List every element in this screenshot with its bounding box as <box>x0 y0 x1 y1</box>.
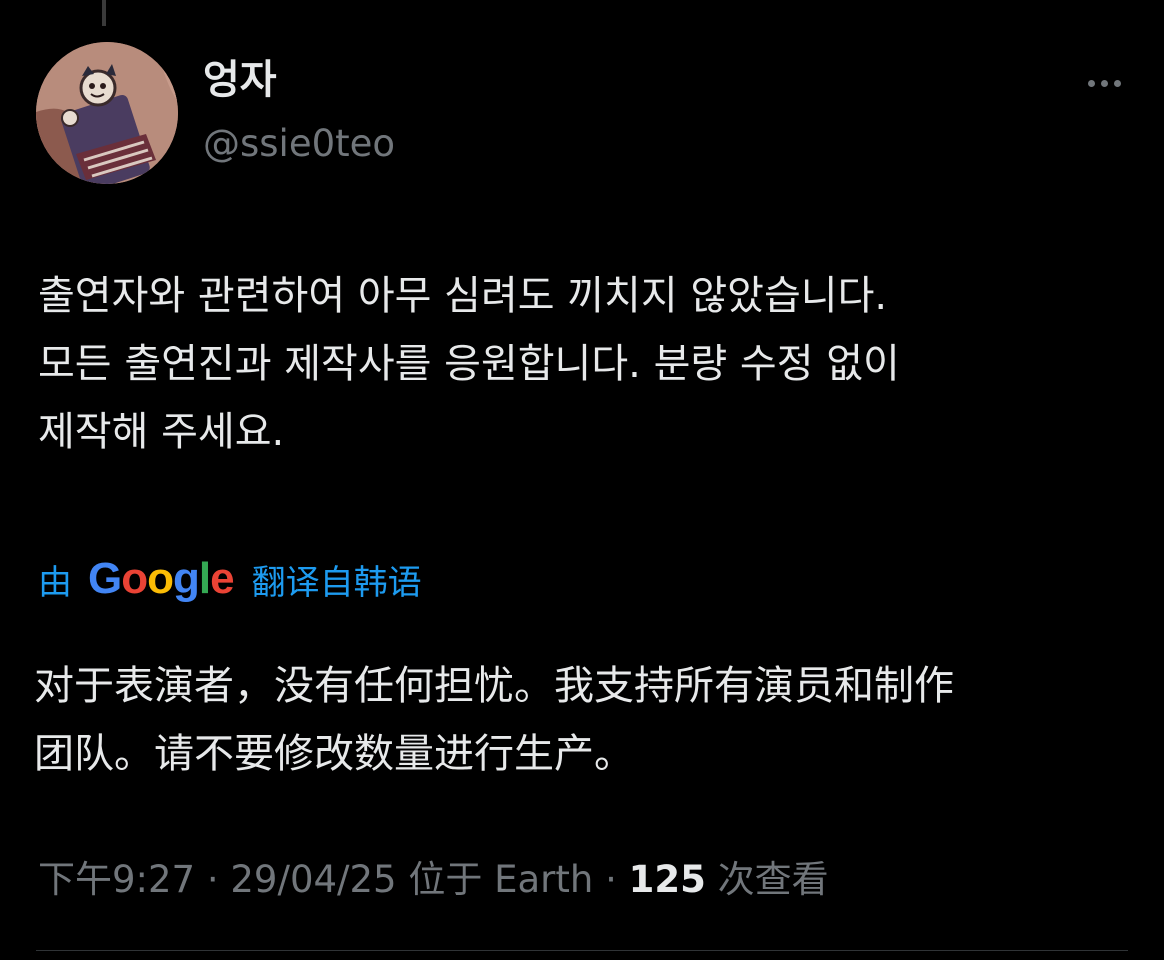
tweet-location: Earth <box>494 858 594 901</box>
tweet-time[interactable]: 下午9:27 <box>38 858 195 901</box>
tweet-date[interactable]: 29/04/25 <box>230 858 396 901</box>
meta-separator-2: · <box>593 858 629 901</box>
more-options-button[interactable] <box>1080 66 1128 100</box>
google-logo-letter: g <box>173 554 200 603</box>
divider <box>36 950 1128 951</box>
translation-attribution[interactable]: 由 Google 翻译自韩语 <box>38 554 422 604</box>
translated-text-line: 对于表演者，没有任何担忧。我支持所有演员和制作 <box>34 663 954 709</box>
google-logo-letter: e <box>210 554 235 603</box>
tweet-text-line: 출연자와 관련하여 아무 심려도 끼치지 않았습니다. <box>38 273 888 319</box>
translated-text-line: 团队。请不要修改数量进行生产。 <box>34 731 634 777</box>
google-logo-letter: l <box>198 554 211 603</box>
author-handle[interactable]: @ssie0teo <box>203 120 395 168</box>
translation-source-language: 翻译自韩语 <box>251 562 422 603</box>
more-horizontal-icon-dot-2 <box>1100 79 1108 87</box>
avatar[interactable] <box>36 42 178 184</box>
tweet-metadata: 下午9:27 · 29/04/25 位于 Earth · 125 次查看 <box>38 852 829 908</box>
avatar-image <box>36 42 178 184</box>
author-display-name[interactable]: 엉자 <box>203 56 277 104</box>
google-logo: Google <box>88 554 235 604</box>
views-label[interactable]: 次查看 <box>706 858 829 901</box>
translated-text: 对于表演者，没有任何担忧。我支持所有演员和制作 团队。请不要修改数量进行生产。 <box>34 652 1144 788</box>
google-logo-letter: G <box>88 554 122 603</box>
tweet-text-line: 제작해 주세요. <box>38 409 285 455</box>
tweet-text-line: 모든 출연진과 제작사를 응원합니다. 분량 수정 없이 <box>38 341 900 387</box>
location-prefix: 位于 <box>396 858 495 901</box>
meta-separator: · <box>195 858 231 901</box>
views-count[interactable]: 125 <box>629 858 706 901</box>
google-logo-letter: o <box>121 554 148 603</box>
more-horizontal-icon-dot-3 <box>1113 79 1121 87</box>
scroll-indicator <box>102 0 106 26</box>
translation-prefix: 由 <box>38 562 72 603</box>
more-horizontal-icon <box>1087 79 1095 87</box>
tweet-text: 출연자와 관련하여 아무 심려도 끼치지 않았습니다. 모든 출연진과 제작사를… <box>38 262 1138 466</box>
google-logo-letter: o <box>147 554 174 603</box>
